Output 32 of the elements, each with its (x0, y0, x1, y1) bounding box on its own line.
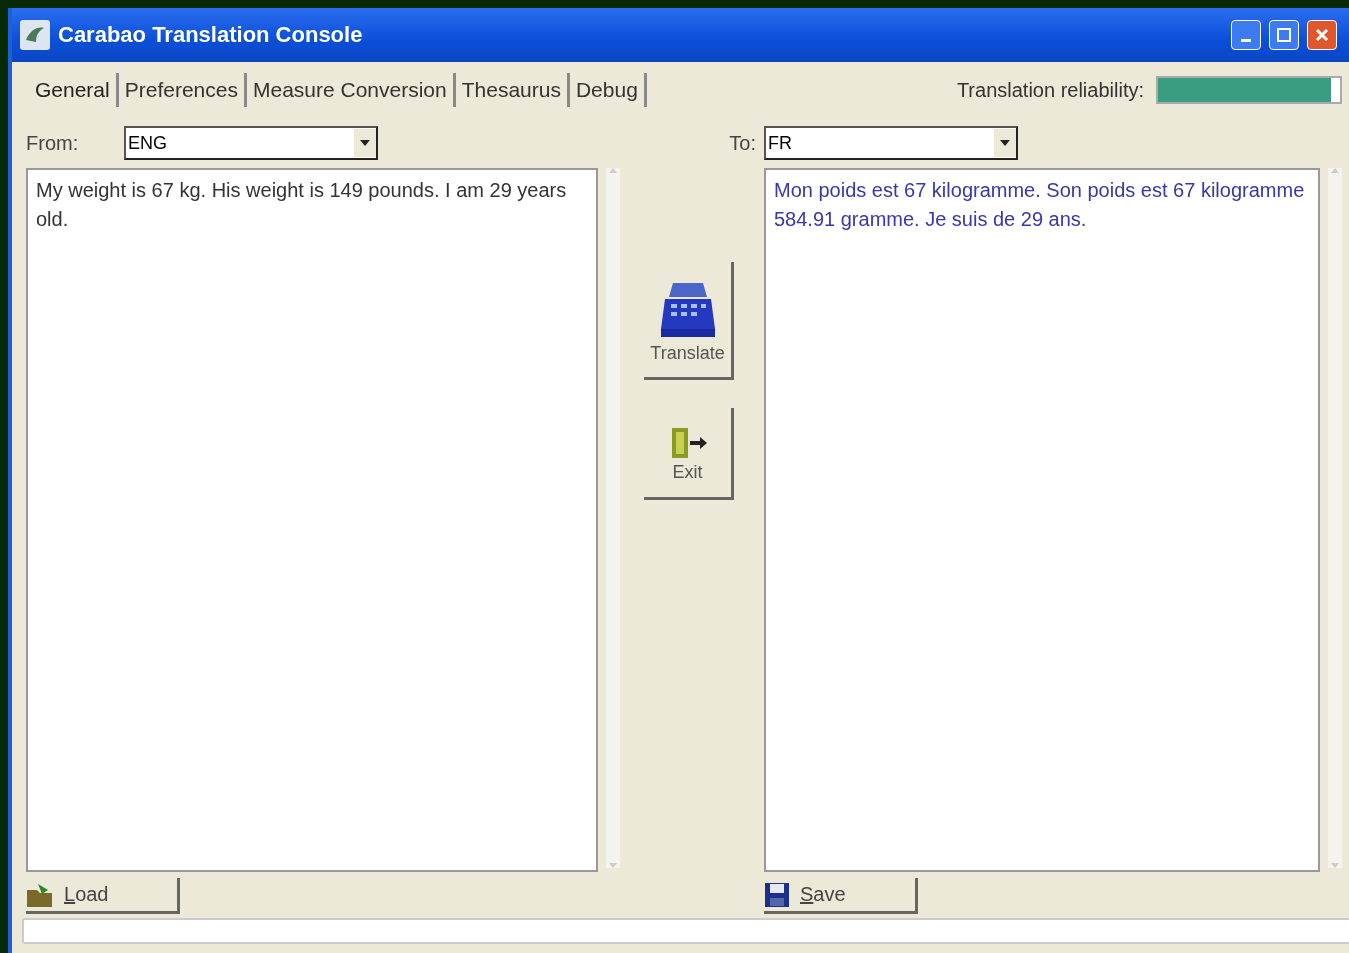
window-title: Carabao Translation Console (58, 22, 364, 48)
close-button[interactable] (1307, 20, 1337, 50)
language-dropdown[interactable]: ENG (124, 126, 378, 160)
folder-icon (26, 881, 54, 908)
up-arrow-icon[interactable] (609, 168, 617, 173)
maximize-button[interactable] (1269, 20, 1299, 50)
exit-button[interactable]: Exit (644, 408, 734, 500)
tab[interactable]: Measure Conversion (243, 73, 453, 107)
reliability-label: Translation reliability: (956, 78, 1144, 102)
app-icon (20, 20, 50, 50)
caret-icon (1000, 140, 1010, 146)
translate-button[interactable]: Translate (644, 262, 734, 380)
tab[interactable]: Preferences (115, 73, 244, 107)
scrollbar[interactable] (606, 168, 620, 868)
minimize-button[interactable] (1231, 20, 1261, 50)
up-arrow-icon[interactable] (1331, 168, 1339, 173)
language-dropdown[interactable]: FR (764, 126, 1018, 160)
save-button[interactable]: Save (764, 878, 918, 914)
field-label: To: (728, 131, 757, 155)
caret-icon (360, 140, 370, 146)
close-icon (1314, 27, 1330, 43)
translation-text-area[interactable]: Mon poids est 67 kilogramme. Son poids est 67 kilogramme 584.91 gramme. Je suis de 29 ans. (764, 168, 1320, 872)
load-button[interactable]: Load (26, 878, 180, 914)
minimize-icon (1241, 38, 1251, 42)
source-text-area[interactable]: My weight is 67 kg. His weight is 149 pounds. I am 29 years old. (26, 168, 598, 872)
tab[interactable]: Thesaurus (452, 73, 567, 107)
tab[interactable]: General (26, 73, 116, 107)
field-label: From: (26, 131, 80, 155)
down-arrow-icon[interactable] (1331, 863, 1339, 868)
down-arrow-icon[interactable] (609, 863, 617, 868)
scrollbar[interactable] (1328, 168, 1342, 868)
maximize-icon (1276, 27, 1292, 43)
